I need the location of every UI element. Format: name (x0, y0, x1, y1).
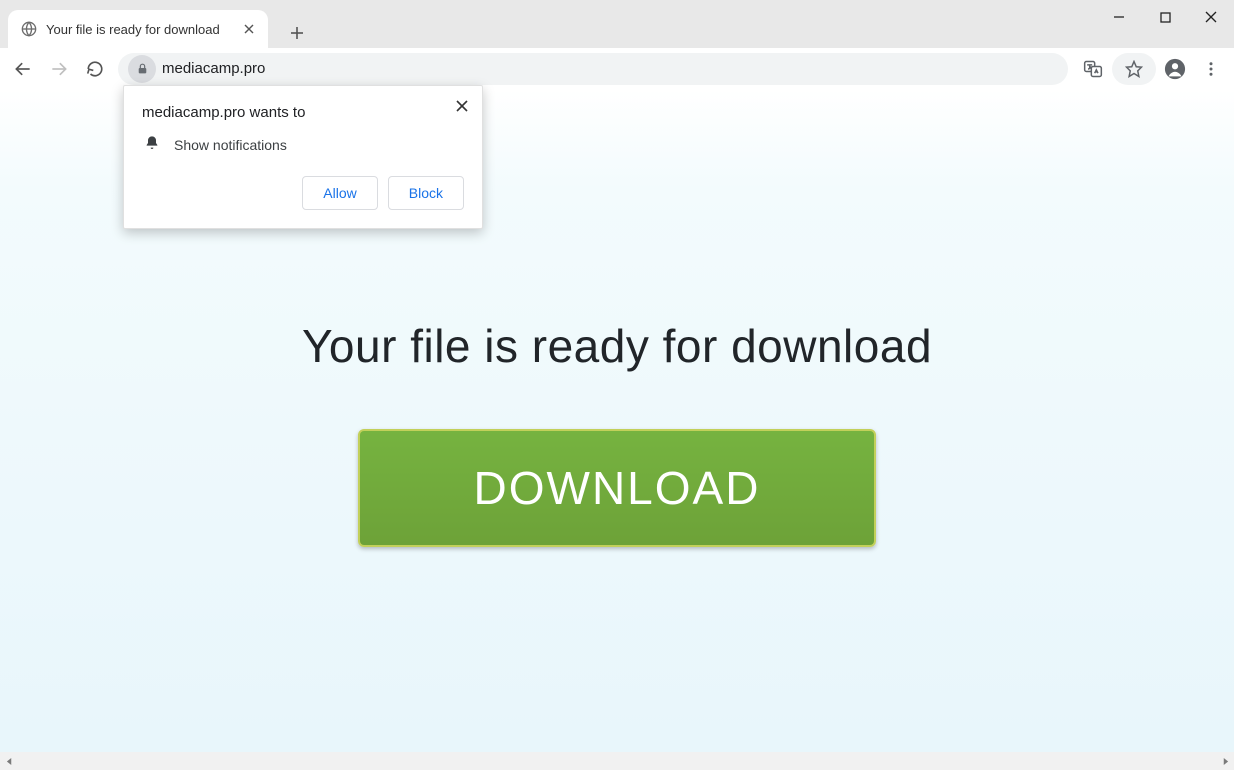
permission-close-button[interactable] (452, 96, 472, 116)
new-tab-button[interactable] (282, 18, 312, 48)
permission-title: mediacamp.pro wants to (142, 104, 464, 121)
scroll-right-button[interactable] (1216, 752, 1234, 770)
star-icon (1125, 60, 1143, 78)
window-maximize-button[interactable] (1142, 0, 1188, 34)
browser-toolbar: mediacamp.pro (0, 48, 1234, 89)
close-icon (456, 100, 468, 112)
lock-icon (136, 62, 149, 75)
bookmark-button[interactable] (1112, 53, 1156, 85)
window-minimize-button[interactable] (1096, 0, 1142, 34)
reload-icon (86, 60, 104, 78)
url-text: mediacamp.pro (162, 60, 265, 77)
scroll-track[interactable] (18, 752, 1216, 770)
download-button[interactable]: DOWNLOAD (358, 429, 877, 547)
allow-button[interactable]: Allow (302, 176, 377, 210)
tab-close-button[interactable] (240, 20, 258, 38)
menu-button[interactable] (1194, 52, 1228, 86)
bell-icon (144, 135, 160, 154)
address-bar[interactable]: mediacamp.pro (118, 53, 1068, 85)
tab-title: Your file is ready for download (46, 22, 232, 37)
triangle-left-icon (6, 758, 13, 765)
permission-line-text: Show notifications (174, 137, 287, 153)
triangle-right-icon (1222, 758, 1229, 765)
page-headline: Your file is ready for download (0, 319, 1234, 373)
reload-button[interactable] (78, 52, 112, 86)
arrow-left-icon (13, 59, 33, 79)
close-icon (244, 24, 254, 34)
back-button[interactable] (6, 52, 40, 86)
translate-button[interactable] (1076, 52, 1110, 86)
kebab-menu-icon (1202, 60, 1220, 78)
window-close-button[interactable] (1188, 0, 1234, 34)
maximize-icon (1160, 12, 1171, 23)
profile-button[interactable] (1158, 52, 1192, 86)
browser-tab[interactable]: Your file is ready for download (8, 10, 268, 48)
horizontal-scrollbar[interactable] (0, 752, 1234, 770)
scroll-left-button[interactable] (0, 752, 18, 770)
close-icon (1205, 11, 1217, 23)
translate-icon (1083, 59, 1103, 79)
minimize-icon (1113, 11, 1125, 23)
user-circle-icon (1164, 58, 1186, 80)
forward-button[interactable] (42, 52, 76, 86)
plus-icon (290, 26, 304, 40)
site-info-button[interactable] (128, 55, 156, 83)
permission-prompt: mediacamp.pro wants to Show notification… (123, 85, 483, 229)
globe-icon (20, 20, 38, 38)
arrow-right-icon (49, 59, 69, 79)
block-button[interactable]: Block (388, 176, 464, 210)
